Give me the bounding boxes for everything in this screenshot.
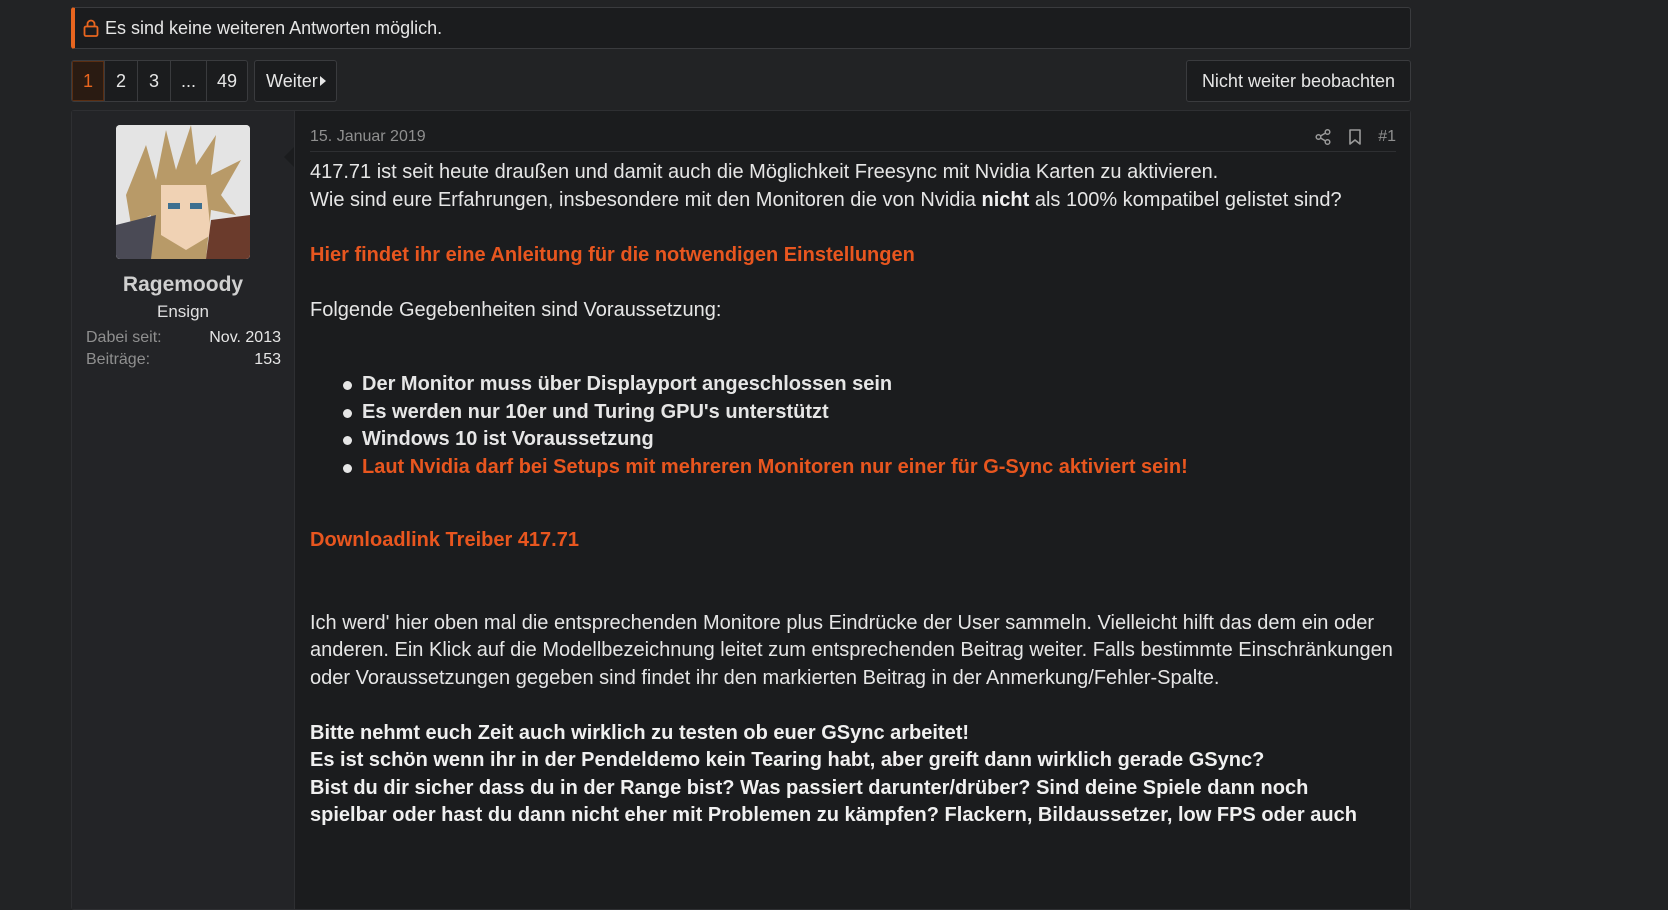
bold-line-2: Es ist schön wenn ihr in der Pendeldemo … xyxy=(310,749,1265,771)
next-page-label: Weiter xyxy=(266,70,318,91)
requirements-list: Der Monitor muss über Displayport angesc… xyxy=(310,371,1396,481)
download-link[interactable]: Downloadlink Treiber 417.71 xyxy=(310,527,1396,555)
post-number-link[interactable]: #1 xyxy=(1378,128,1396,146)
caret-right-icon xyxy=(319,76,326,86)
message-arrow xyxy=(284,147,294,167)
page-3-link[interactable]: 3 xyxy=(138,61,171,101)
requirement-item-warning: Laut Nvidia darf bei Setups mit mehreren… xyxy=(343,454,1396,482)
next-page-button[interactable]: Weiter xyxy=(254,60,337,102)
bold-line-4: spielbar oder hast du dann nicht eher mi… xyxy=(310,804,1357,826)
joined-label: Dabei seit: xyxy=(86,329,162,346)
page-49-link[interactable]: 49 xyxy=(207,61,247,101)
post-header: 15. Januar 2019 #1 xyxy=(310,123,1396,152)
joined-stat: Dabei seit: Nov. 2013 xyxy=(86,329,281,347)
pagination: 1 2 3 ... 49 Weiter xyxy=(71,60,337,102)
bold-line-1: Bitte nehmt euch Zeit auch wirklich zu t… xyxy=(310,721,970,744)
guide-link[interactable]: Hier findet ihr eine Anleitung für die n… xyxy=(310,242,1396,270)
bold-line-3: Bist du dir sicher dass du in der Range … xyxy=(310,776,1309,799)
post-actions: #1 xyxy=(1314,128,1396,146)
page-2-link[interactable]: 2 xyxy=(105,61,138,101)
post-body: 417.71 ist seit heute draußen und damit … xyxy=(310,159,1396,830)
closed-thread-notice: Es sind keine weiteren Antworten möglich… xyxy=(71,7,1411,49)
notice-text: Es sind keine weiteren Antworten möglich… xyxy=(105,17,443,38)
lock-icon xyxy=(83,19,99,37)
posts-stat: Beiträge: 153 xyxy=(86,351,281,369)
avatar-image xyxy=(116,125,250,259)
page-jump-ellipsis[interactable]: ... xyxy=(171,61,208,101)
intro-line-1: 417.71 ist seit heute draußen und damit … xyxy=(310,161,1219,183)
intro-bold-word: nicht xyxy=(981,188,1030,211)
posts-label: Beiträge: xyxy=(86,351,151,368)
requirement-item: Es werden nur 10er und Turing GPU's unte… xyxy=(343,399,1396,427)
info-paragraph: Ich werd' hier oben mal die entsprechend… xyxy=(310,611,1393,689)
post-message: 15. Januar 2019 #1 417.71 ist seit heute… xyxy=(284,111,1410,909)
intro-text-b: als 100% kompatibel gelistet sind? xyxy=(1029,188,1342,211)
intro-text-a: Wie sind eure Erfahrungen, insbesondere … xyxy=(310,188,982,211)
page-list: 1 2 3 ... 49 xyxy=(71,60,249,102)
bookmark-icon[interactable] xyxy=(1346,128,1364,146)
intro-line-2: Wie sind eure Erfahrungen, insbesondere … xyxy=(310,187,1396,215)
share-icon[interactable] xyxy=(1314,128,1332,146)
user-avatar[interactable] xyxy=(116,125,250,259)
posts-value[interactable]: 153 xyxy=(254,351,281,369)
page-1-link[interactable]: 1 xyxy=(72,61,105,101)
requirements-intro: Folgende Gegebenheiten sind Voraussetzun… xyxy=(310,298,722,321)
user-title: Ensign xyxy=(157,302,209,321)
requirement-item: Windows 10 ist Voraussetzung xyxy=(343,426,1396,454)
post: Ragemoody Ensign Dabei seit: Nov. 2013 B… xyxy=(71,110,1411,910)
requirement-item: Der Monitor muss über Displayport angesc… xyxy=(343,371,1396,399)
post-user-panel: Ragemoody Ensign Dabei seit: Nov. 2013 B… xyxy=(72,111,294,909)
post-date[interactable]: 15. Januar 2019 xyxy=(310,128,426,146)
unwatch-button[interactable]: Nicht weiter beobachten xyxy=(1186,60,1411,102)
joined-value: Nov. 2013 xyxy=(209,329,281,346)
username[interactable]: Ragemoody xyxy=(72,273,294,297)
